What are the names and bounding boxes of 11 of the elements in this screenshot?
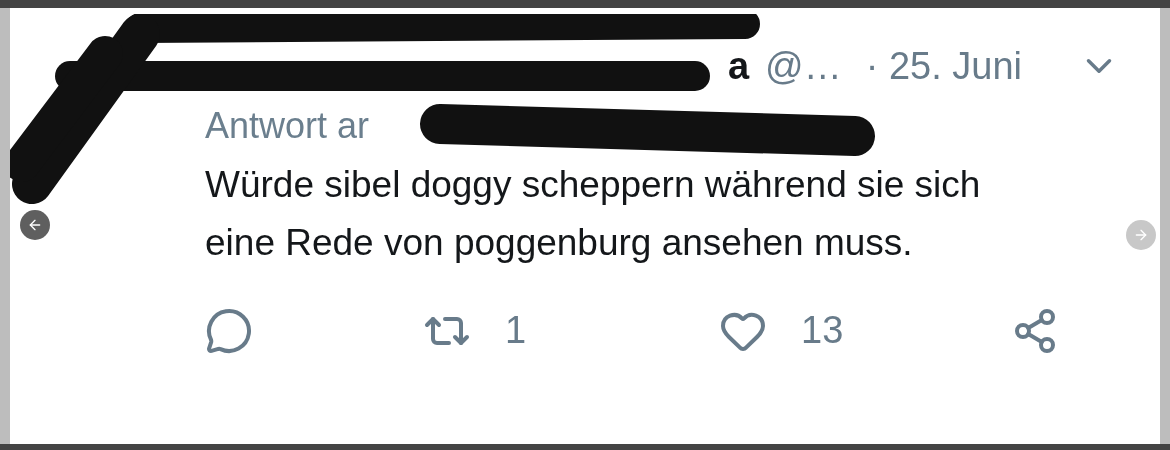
author-handle: @… <box>765 43 842 89</box>
arrow-right-icon <box>1133 227 1149 243</box>
previous-arrow-button[interactable] <box>20 210 50 240</box>
author-name: a <box>727 43 750 89</box>
tweet-date: · 25. Juni <box>865 43 1022 89</box>
arrow-left-icon <box>27 217 43 233</box>
tweet-text: Würde sibel doggy scheppern während sie sich eine Rede von poggenburg ansehen muss. <box>205 163 982 265</box>
reply-to-text: Antwort ar <box>205 104 370 148</box>
reply-icon[interactable] <box>205 306 253 355</box>
retweet-count: 1 <box>505 308 527 353</box>
like-count: 13 <box>801 308 844 353</box>
